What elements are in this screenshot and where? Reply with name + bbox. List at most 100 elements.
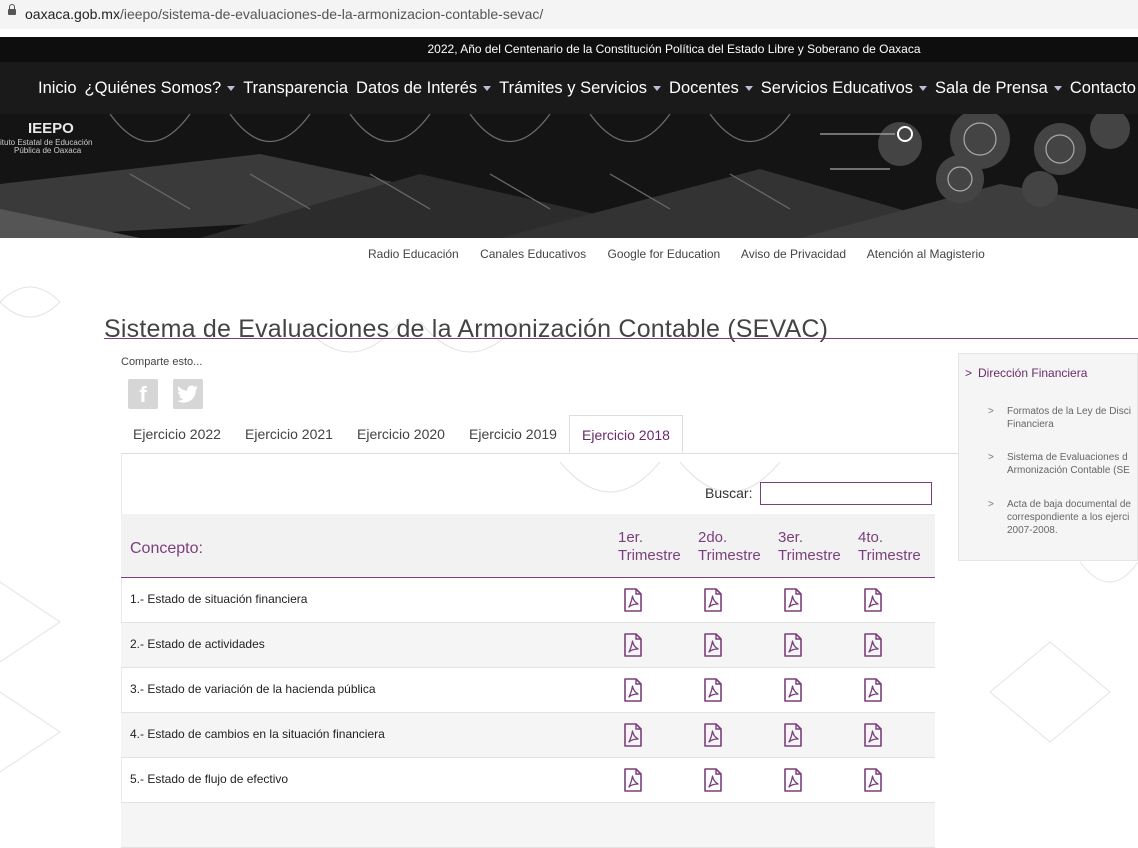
logo-name: IEEPO xyxy=(28,120,74,137)
nav-item-label: Inicio xyxy=(38,78,77,97)
quarter-header-sublabel: Trimestre xyxy=(698,547,761,564)
nav-item-contacto[interactable]: Contacto xyxy=(1070,79,1138,98)
top-banner: 2022, Año del Centenario de la Constituc… xyxy=(0,37,1138,62)
address-bar[interactable]: oaxaca.gob.mx/ieepo/sistema-de-evaluacio… xyxy=(0,0,1138,29)
share-label: Comparte esto... xyxy=(121,356,203,368)
pdf-icon[interactable] xyxy=(783,768,803,792)
subnav-google-for-education[interactable]: Google for Education xyxy=(607,247,720,261)
quarter-header-label: 1er. xyxy=(618,529,644,546)
pdf-icon[interactable] xyxy=(623,678,643,702)
sidebar-item-line: Financiera xyxy=(1007,419,1054,430)
caret-down-icon xyxy=(227,85,236,91)
pdf-icon[interactable] xyxy=(703,723,723,747)
sidebar-item-line: Sistema de Evaluaciones d xyxy=(1007,452,1128,463)
row-concept: 5.- Estado de flujo de efectivo xyxy=(130,772,289,786)
caret-down-icon xyxy=(653,85,662,91)
logo-subtitle-2: Pública de Oaxaca xyxy=(14,146,82,155)
nav-item-tramites[interactable]: Trámites y Servicios xyxy=(499,79,662,98)
twitter-bird-shape xyxy=(177,385,198,403)
caret-down-icon xyxy=(1053,85,1062,91)
secondary-nav: Radio Educación Canales Educativos Googl… xyxy=(368,247,1003,261)
table-row: 3.- Estado de variación de la hacienda p… xyxy=(121,668,935,713)
twitter-icon[interactable] xyxy=(173,379,203,409)
tab-ejercicio-2022[interactable]: Ejercicio 2022 xyxy=(133,415,221,453)
row-concept: 1.- Estado de situación financiera xyxy=(130,592,308,606)
row-concept: 3.- Estado de variación de la hacienda p… xyxy=(130,682,376,696)
pdf-icon[interactable] xyxy=(863,633,883,657)
nav-item-datos-de-interes[interactable]: Datos de Interés xyxy=(356,79,492,98)
nav-item-servicios-educativos[interactable]: Servicios Educativos xyxy=(761,79,927,98)
nav-item-inicio[interactable]: Inicio xyxy=(38,79,77,98)
pdf-icon[interactable] xyxy=(623,633,643,657)
sidebar-item-line: 2007-2008. xyxy=(1007,525,1058,536)
quarter-header-1: 1er. Trimestre xyxy=(618,529,681,565)
quarter-header-2: 2do. Trimestre xyxy=(698,529,761,565)
quarter-header-label: 2do. xyxy=(698,529,728,546)
pdf-icon[interactable] xyxy=(783,588,803,612)
quarter-header-label: 3er. xyxy=(778,529,804,546)
pdf-icon[interactable] xyxy=(863,588,883,612)
sidebar-item-sevac[interactable]: Sistema de Evaluaciones d Armonización C… xyxy=(1007,451,1130,477)
main-nav: Inicio ¿Quiénes Somos? Transparencia Dat… xyxy=(0,62,1138,114)
pdf-icon[interactable] xyxy=(783,633,803,657)
facebook-icon[interactable]: f xyxy=(128,379,158,409)
tab-ejercicio-2018[interactable]: Ejercicio 2018 xyxy=(569,415,683,453)
sidebar-heading-label: Dirección Financiera xyxy=(978,366,1088,380)
pdf-icon[interactable] xyxy=(703,588,723,612)
table-row: 4.- Estado de cambios en la situación fi… xyxy=(121,713,935,758)
search-input[interactable] xyxy=(760,482,932,505)
table-row: 1.- Estado de situación financiera xyxy=(121,578,935,623)
caret-down-icon xyxy=(919,85,927,91)
nav-item-label: Sala de Prensa xyxy=(935,78,1048,97)
sidebar-item-line: Acta de baja documental de xyxy=(1007,499,1131,510)
quarter-header-4: 4to. Trimestre xyxy=(858,529,921,565)
pdf-icon[interactable] xyxy=(863,768,883,792)
nav-item-sala-de-prensa[interactable]: Sala de Prensa xyxy=(935,79,1062,98)
table-header: Concepto: 1er. Trimestre 2do. Trimestre 3e… xyxy=(121,514,935,578)
pdf-icon[interactable] xyxy=(703,678,723,702)
sidebar-heading[interactable]: > Dirección Financiera xyxy=(965,366,1087,380)
nav-item-quienes-somos[interactable]: ¿Quiénes Somos? xyxy=(85,79,236,98)
concept-header: Concepto: xyxy=(130,540,203,557)
pdf-icon[interactable] xyxy=(703,633,723,657)
chevron-right-icon: > xyxy=(965,366,973,380)
header-artwork xyxy=(0,114,1138,238)
sidebar-item-acta-de-baja[interactable]: Acta de baja documental de correspondien… xyxy=(1007,498,1131,537)
pdf-icon[interactable] xyxy=(623,723,643,747)
quarter-header-sublabel: Trimestre xyxy=(618,547,681,564)
pdf-icon[interactable] xyxy=(863,723,883,747)
table-row: 2.- Estado de actividades xyxy=(121,623,935,668)
url-text[interactable]: oaxaca.gob.mx/ieepo/sistema-de-evaluacio… xyxy=(25,0,543,29)
pdf-icon[interactable] xyxy=(783,678,803,702)
subnav-aviso-de-privacidad[interactable]: Aviso de Privacidad xyxy=(741,247,846,261)
pdf-icon[interactable] xyxy=(623,588,643,612)
decorative-pattern xyxy=(0,114,1138,238)
search-label: Buscar: xyxy=(705,485,753,501)
pdf-icon[interactable] xyxy=(783,723,803,747)
url-path: /ieepo/sistema-de-evaluaciones-de-la-arm… xyxy=(119,6,544,22)
title-divider xyxy=(104,338,1138,339)
chevron-right-icon: > xyxy=(988,499,994,510)
quarter-header-sublabel: Trimestre xyxy=(778,547,841,564)
quarter-header-label: 4to. xyxy=(858,529,884,546)
pdf-icon[interactable] xyxy=(623,768,643,792)
nav-item-transparencia[interactable]: Transparencia xyxy=(243,79,348,98)
quarter-header-sublabel: Trimestre xyxy=(858,547,921,564)
pdf-icon[interactable] xyxy=(703,768,723,792)
subnav-atencion-al-magisterio[interactable]: Atención al Magisterio xyxy=(867,247,985,261)
tab-ejercicio-2021[interactable]: Ejercicio 2021 xyxy=(245,415,333,453)
sidebar-item-formatos[interactable]: Formatos de la Ley de Disci Financiera xyxy=(1007,405,1131,431)
pdf-icon[interactable] xyxy=(863,678,883,702)
caret-down-icon xyxy=(483,85,492,91)
quarter-header-3: 3er. Trimestre xyxy=(778,529,841,565)
nav-item-label: Docentes xyxy=(669,78,739,97)
subnav-canales-educativos[interactable]: Canales Educativos xyxy=(480,247,586,261)
tab-ejercicio-2019[interactable]: Ejercicio 2019 xyxy=(469,415,557,453)
nav-item-label: ¿Quiénes Somos? xyxy=(84,78,222,97)
subnav-radio-educacion[interactable]: Radio Educación xyxy=(368,247,459,261)
nav-item-docentes[interactable]: Docentes xyxy=(669,79,753,98)
caret-down-icon xyxy=(744,85,753,91)
sidebar-item-line: Formatos de la Ley de Disci xyxy=(1007,406,1131,417)
tab-ejercicio-2020[interactable]: Ejercicio 2020 xyxy=(357,415,445,453)
chevron-right-icon: > xyxy=(988,452,994,463)
